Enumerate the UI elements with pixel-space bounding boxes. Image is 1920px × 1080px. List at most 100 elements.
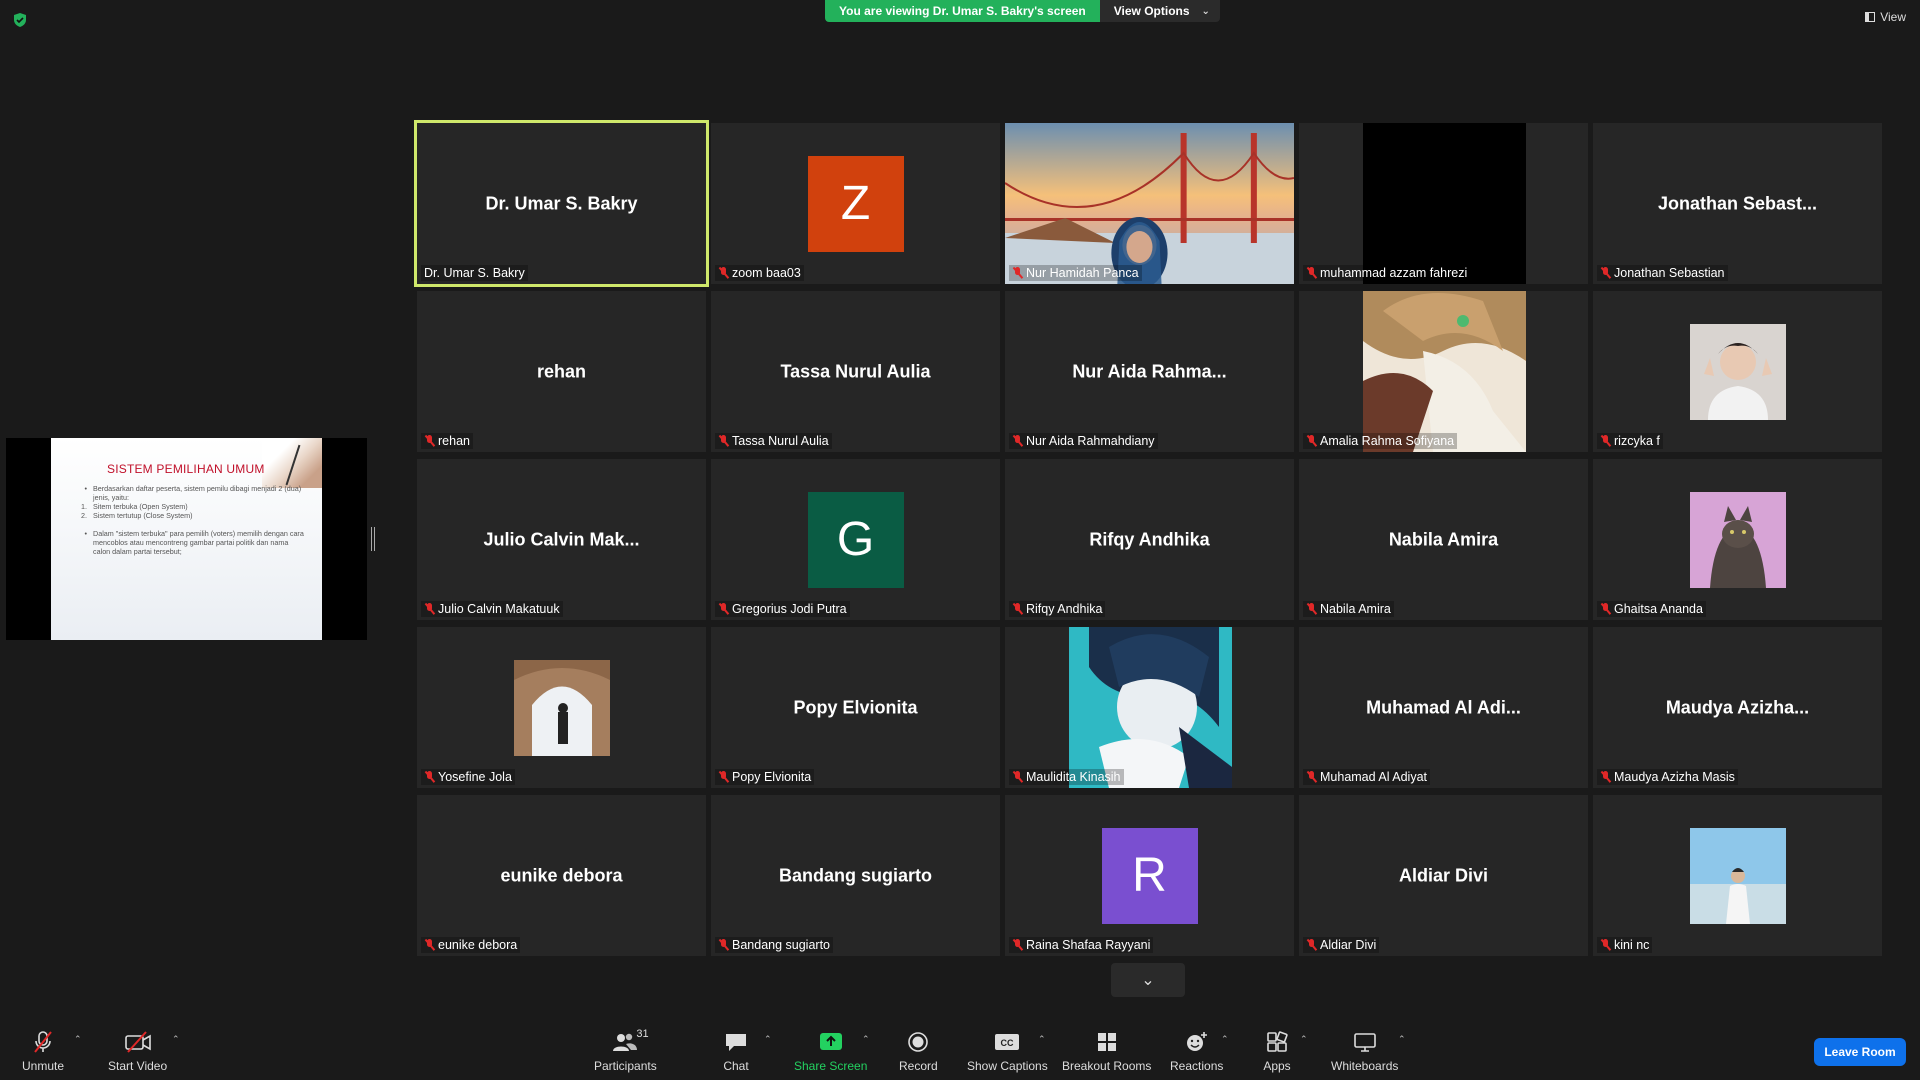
scroll-down-button[interactable]: ⌄ (1111, 963, 1185, 997)
participant-tile[interactable]: Maulidita Kinasih (1005, 627, 1294, 788)
participant-tile[interactable]: Rifqy Andhika Rifqy Andhika (1005, 459, 1294, 620)
breakout-rooms-label: Breakout Rooms (1062, 1059, 1152, 1073)
apps-button[interactable]: Apps (1262, 1030, 1292, 1073)
mic-muted-icon (718, 771, 729, 783)
whiteboard-icon (1350, 1030, 1380, 1054)
participant-tile[interactable]: G Gregorius Jodi Putra (711, 459, 1000, 620)
mic-muted-icon (1012, 939, 1023, 951)
captions-options-caret-icon[interactable]: ⌃ (1038, 1034, 1046, 1045)
participant-name-label: Ghaitsa Ananda (1597, 601, 1706, 617)
participant-tile[interactable]: kini nc (1593, 795, 1882, 956)
participant-name: Nur Aida Rahmahdiany (1026, 434, 1155, 448)
record-icon (903, 1030, 933, 1054)
svg-text:CC: CC (1001, 1038, 1014, 1048)
participant-tile[interactable]: Maudya Azizha... Maudya Azizha Masis (1593, 627, 1882, 788)
mic-muted-icon (424, 435, 435, 447)
view-options-button[interactable]: View Options ⌄ (1099, 0, 1220, 22)
view-label: View (1880, 10, 1906, 24)
participant-name-label: Dr. Umar S. Bakry (421, 265, 528, 281)
leave-room-button[interactable]: Leave Room (1814, 1038, 1906, 1066)
participant-name: Maudya Azizha Masis (1614, 770, 1735, 784)
mic-muted-icon (1600, 771, 1611, 783)
participant-tile[interactable]: Amalia Rahma Sofiyana (1299, 291, 1588, 452)
participant-video (1362, 291, 1526, 452)
participant-name-label: Maudya Azizha Masis (1597, 769, 1738, 785)
participant-name: Aldiar Divi (1320, 938, 1377, 952)
participant-tile[interactable]: Jonathan Sebast... Jonathan Sebastian (1593, 123, 1882, 284)
record-button[interactable]: Record (899, 1030, 938, 1073)
whiteboards-label: Whiteboards (1331, 1059, 1399, 1073)
view-layout-button[interactable]: View (1865, 10, 1906, 24)
chat-button[interactable]: Chat (721, 1030, 751, 1073)
participant-tile[interactable]: Nur Aida Rahma... Nur Aida Rahmahdiany (1005, 291, 1294, 452)
reactions-button[interactable]: Reactions (1170, 1030, 1223, 1073)
participant-name-label: Nur Hamidah Panca (1009, 265, 1142, 281)
chat-options-caret-icon[interactable]: ⌃ (764, 1034, 772, 1045)
slide-pen-image (262, 438, 322, 488)
participant-tile[interactable]: R Raina Shafaa Rayyani (1005, 795, 1294, 956)
participant-name-label: zoom baa03 (715, 265, 804, 281)
show-captions-label: Show Captions (967, 1059, 1048, 1073)
participant-name: Yosefine Jola (438, 770, 512, 784)
reactions-options-caret-icon[interactable]: ⌃ (1221, 1034, 1229, 1045)
participant-tile[interactable]: Dr. Umar S. Bakry Dr. Umar S. Bakry (414, 120, 709, 287)
participant-tile[interactable]: Popy Elvionita Popy Elvionita (711, 627, 1000, 788)
participants-count: 31 (636, 1028, 649, 1040)
participant-display-name: Dr. Umar S. Bakry (485, 193, 638, 213)
participant-name: muhammad azzam fahrezi (1320, 266, 1468, 280)
participant-name: eunike debora (438, 938, 518, 952)
share-screen-label: Share Screen (794, 1059, 868, 1073)
participant-tile[interactable]: eunike debora eunike debora (417, 795, 706, 956)
participant-tile[interactable]: Bandang sugiarto Bandang sugiarto (711, 795, 1000, 956)
participants-button[interactable]: 31 Participants (594, 1028, 657, 1073)
participant-tile[interactable]: Yosefine Jola (417, 627, 706, 788)
participant-tile[interactable]: muhammad azzam fahrezi (1299, 123, 1588, 284)
participant-display-name: Popy Elvionita (793, 697, 918, 717)
participant-photo (513, 659, 610, 756)
participant-tile[interactable]: rehan rehan (417, 291, 706, 452)
participant-name: Nur Hamidah Panca (1026, 266, 1139, 280)
shared-screen-view[interactable]: SISTEM PEMILIHAN UMUM • Berdasarkan dafta… (6, 438, 367, 640)
participant-name-label: Muhamad Al Adiyat (1303, 769, 1431, 785)
share-screen-button[interactable]: Share Screen (794, 1030, 867, 1073)
security-shield-icon[interactable] (12, 12, 28, 28)
participant-display-name: Maudya Azizha... (1665, 697, 1810, 717)
participant-tile[interactable]: Tassa Nurul Aulia Tassa Nurul Aulia (711, 291, 1000, 452)
screen-share-banner: You are viewing Dr. Umar S. Bakry's scre… (825, 0, 1220, 22)
whiteboards-button[interactable]: Whiteboards (1331, 1030, 1398, 1073)
whiteboards-options-caret-icon[interactable]: ⌃ (1398, 1034, 1406, 1045)
slide-line: 1. Sitem terbuka (Open System) (81, 502, 188, 511)
participant-tile[interactable]: Aldiar Divi Aldiar Divi (1299, 795, 1588, 956)
mic-muted-icon (718, 435, 729, 447)
video-options-caret-icon[interactable]: ⌃ (172, 1034, 180, 1045)
resize-divider-handle[interactable] (371, 527, 375, 551)
show-captions-button[interactable]: CC Show Captions (967, 1030, 1048, 1073)
share-options-caret-icon[interactable]: ⌃ (862, 1034, 870, 1045)
breakout-rooms-icon (1092, 1030, 1122, 1054)
breakout-rooms-button[interactable]: Breakout Rooms (1062, 1030, 1151, 1073)
slide-line: • Berdasarkan daftar peserta, sistem pemi… (84, 484, 302, 502)
mic-muted-icon (1600, 939, 1611, 951)
participant-tile[interactable]: Julio Calvin Mak... Julio Calvin Makatuuk (417, 459, 706, 620)
participant-tile[interactable]: Nabila Amira Nabila Amira (1299, 459, 1588, 620)
participant-display-name: Aldiar Divi (1398, 865, 1489, 885)
participant-tile[interactable]: Zzoom baa03 (711, 123, 1000, 284)
participant-name-label: Maulidita Kinasih (1009, 769, 1124, 785)
participant-display-name: Jonathan Sebast... (1657, 193, 1818, 213)
participant-avatar: Z (807, 155, 904, 252)
captions-icon: CC (992, 1030, 1022, 1054)
participant-tile[interactable]: Ghaitsa Ananda (1593, 459, 1882, 620)
participant-tile[interactable]: Nur Hamidah Panca (1005, 123, 1294, 284)
unmute-button[interactable]: Unmute (22, 1030, 64, 1073)
participant-name-label: kini nc (1597, 937, 1653, 953)
apps-options-caret-icon[interactable]: ⌃ (1300, 1034, 1308, 1045)
mic-muted-icon (424, 939, 435, 951)
participant-name-label: Julio Calvin Makatuuk (421, 601, 563, 617)
slide-title: SISTEM PEMILIHAN UMUM (107, 462, 265, 476)
participant-tile[interactable]: Muhamad Al Adi... Muhamad Al Adiyat (1299, 627, 1588, 788)
participant-tile[interactable]: rizcyka f (1593, 291, 1882, 452)
start-video-button[interactable]: Start Video (108, 1030, 167, 1073)
audio-options-caret-icon[interactable]: ⌃ (74, 1034, 82, 1045)
slide-line: 2. Sistem tertutup (Close System) (81, 511, 193, 520)
participant-video (1068, 627, 1232, 788)
